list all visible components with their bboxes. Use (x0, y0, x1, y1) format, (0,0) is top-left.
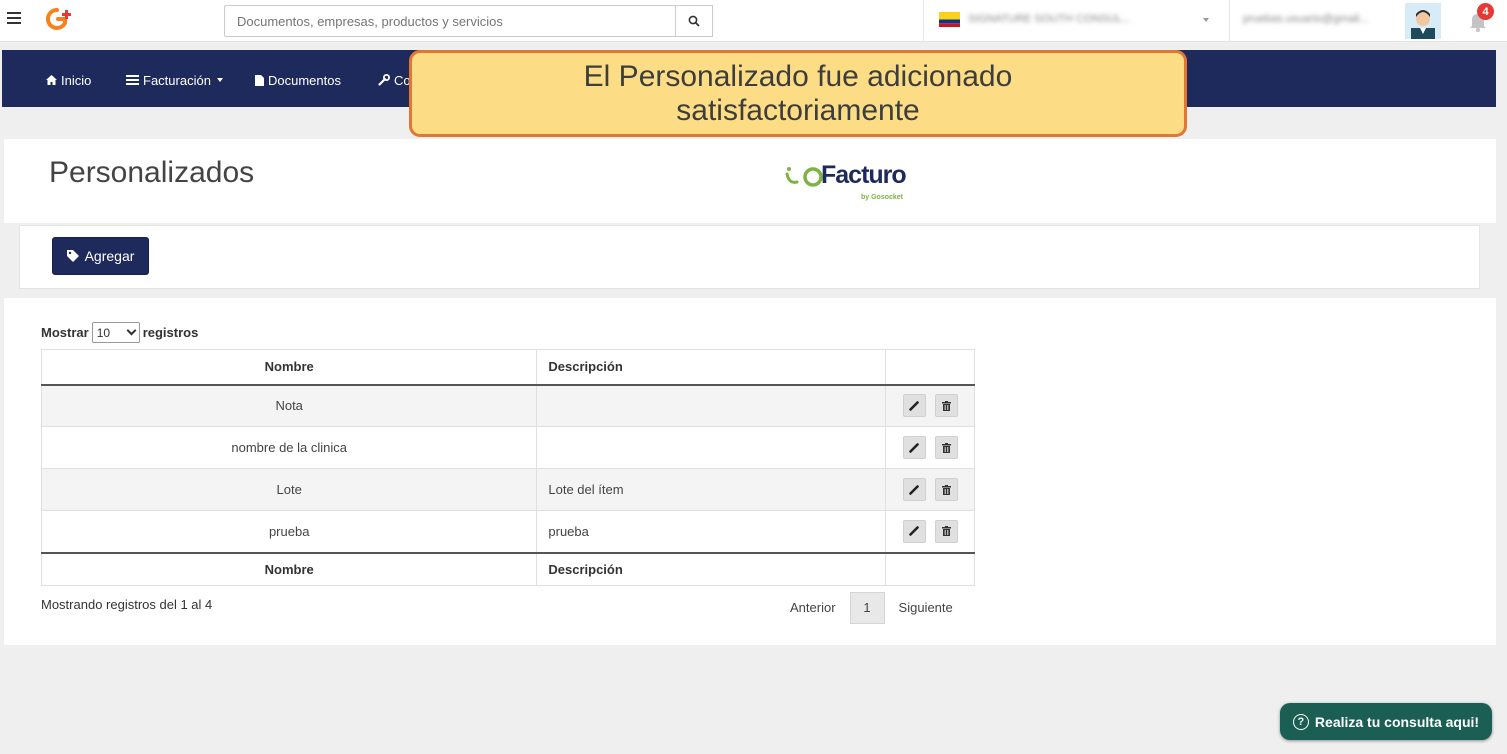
search-button[interactable] (675, 5, 713, 37)
divider (923, 0, 924, 42)
column-header-descripcion[interactable]: Descripción (536, 349, 887, 386)
cell-descripcion (536, 426, 887, 469)
length-value: 10 (96, 325, 111, 340)
cell-nombre: prueba (40, 510, 538, 553)
pencil-icon (909, 442, 919, 453)
avatar[interactable] (1405, 3, 1441, 39)
column-footer-actions (885, 551, 975, 586)
logo-word: Facturo (821, 161, 907, 189)
personalizados-table: Nombre Descripción Nota nombre de la cli… (40, 349, 975, 586)
nav-item-label: Inicio (61, 72, 92, 88)
edit-button[interactable] (902, 519, 926, 543)
home-icon (46, 75, 57, 85)
cell-descripcion: prueba (536, 510, 887, 553)
tag-icon (66, 250, 79, 262)
company-selector[interactable]: SIGNATURE SOUTH CONSUL... (968, 13, 1188, 27)
cell-descripcion (536, 384, 887, 427)
divider (1229, 0, 1230, 42)
chevron-down-icon (126, 325, 137, 336)
colombia-flag-icon (939, 12, 960, 27)
question-icon: ? (1292, 713, 1309, 730)
cell-nombre: Lote (40, 468, 538, 511)
page-title: Personalizados (49, 156, 255, 189)
page-header: Personalizados Facturo by Gosocket (4, 139, 1496, 223)
table-header-row: Nombre Descripción (40, 349, 975, 386)
cell-actions (885, 510, 975, 553)
wrench-icon (378, 74, 390, 86)
help-chat-button[interactable]: ? Realiza tu consulta aqui! (1280, 703, 1492, 740)
cell-nombre: Nota (40, 384, 538, 427)
column-header-nombre[interactable]: Nombre (40, 349, 538, 386)
table-panel: Mostrar 10 registros Nombre Descripción … (4, 298, 1496, 645)
pencil-icon (909, 400, 919, 411)
success-toast[interactable]: El Personalizado fue adicionado satisfac… (409, 50, 1187, 137)
delete-button[interactable] (934, 478, 958, 501)
edit-button[interactable] (902, 394, 926, 418)
trash-icon (941, 484, 951, 495)
column-header-actions (885, 349, 975, 386)
trash-icon (941, 442, 951, 453)
nav-item-label: Facturación (143, 72, 211, 88)
add-button[interactable]: Agregar (52, 237, 149, 275)
nav-item-documentos[interactable]: Documentos (255, 72, 341, 88)
column-footer-nombre: Nombre (40, 551, 538, 586)
page-number-button[interactable]: 1 (849, 592, 885, 624)
previous-page-button[interactable]: Anterior (776, 593, 850, 623)
chevron-down-icon (216, 78, 223, 82)
table-row: Lote Lote del ítem (40, 468, 975, 511)
notification-badge: 4 (1477, 3, 1494, 20)
page-length-select[interactable]: 10 (91, 322, 140, 343)
cell-nombre: nombre de la clinica (40, 426, 538, 469)
length-suffix: registros (142, 325, 199, 340)
nav-item-label: Documentos (268, 72, 341, 88)
toolbar-panel: Agregar (19, 225, 1480, 289)
pencil-icon (909, 484, 919, 495)
trash-icon (941, 400, 951, 411)
trash-icon (941, 526, 951, 537)
delete-button[interactable] (934, 519, 958, 543)
cell-actions (885, 426, 975, 469)
user-email[interactable]: pruebas.usuario@gmail... (1243, 13, 1393, 27)
facturo-logo: Facturo by Gosocket (781, 161, 921, 207)
list-icon (126, 75, 139, 85)
page-length-control: Mostrar 10 registros (41, 322, 198, 343)
pencil-icon (909, 526, 919, 537)
table-info: Mostrando registros del 1 al 4 (41, 597, 213, 612)
table-row: nombre de la clinica (40, 426, 975, 469)
add-button-label: Agregar (84, 248, 135, 264)
table-footer-row: Nombre Descripción (40, 551, 975, 586)
pagination: Anterior 1 Siguiente (776, 592, 967, 624)
hamburger-menu-icon[interactable] (7, 12, 21, 26)
cell-actions (885, 384, 975, 427)
chevron-down-icon[interactable] (1203, 18, 1209, 22)
nav-item-inicio[interactable]: Inicio (46, 72, 91, 88)
nav-item-facturacion[interactable]: Facturación (126, 72, 223, 88)
logo-by: by Gosocket (861, 194, 904, 201)
nav-item-configuracion[interactable]: Co (378, 72, 411, 88)
search-icon (688, 15, 700, 27)
search-input[interactable] (224, 5, 676, 37)
next-page-button[interactable]: Siguiente (885, 593, 967, 623)
delete-button[interactable] (934, 394, 958, 418)
edit-button[interactable] (902, 436, 926, 459)
facturo-mark-icon (785, 167, 823, 187)
table-row: prueba prueba (40, 510, 975, 553)
gosocket-logo-icon[interactable] (44, 6, 74, 32)
length-prefix: Mostrar (41, 325, 89, 340)
top-bar: SIGNATURE SOUTH CONSUL... pruebas.usuari… (0, 0, 1507, 42)
cell-descripcion: Lote del ítem (536, 468, 887, 511)
document-icon (255, 74, 264, 86)
edit-button[interactable] (902, 478, 926, 501)
cell-actions (885, 468, 975, 511)
table-row: Nota (40, 384, 975, 427)
help-chat-label: Realiza tu consulta aqui! (1314, 713, 1480, 730)
column-footer-descripcion: Descripción (536, 551, 887, 586)
toast-message: El Personalizado fue adicionado satisfac… (583, 59, 1013, 127)
delete-button[interactable] (934, 436, 958, 459)
